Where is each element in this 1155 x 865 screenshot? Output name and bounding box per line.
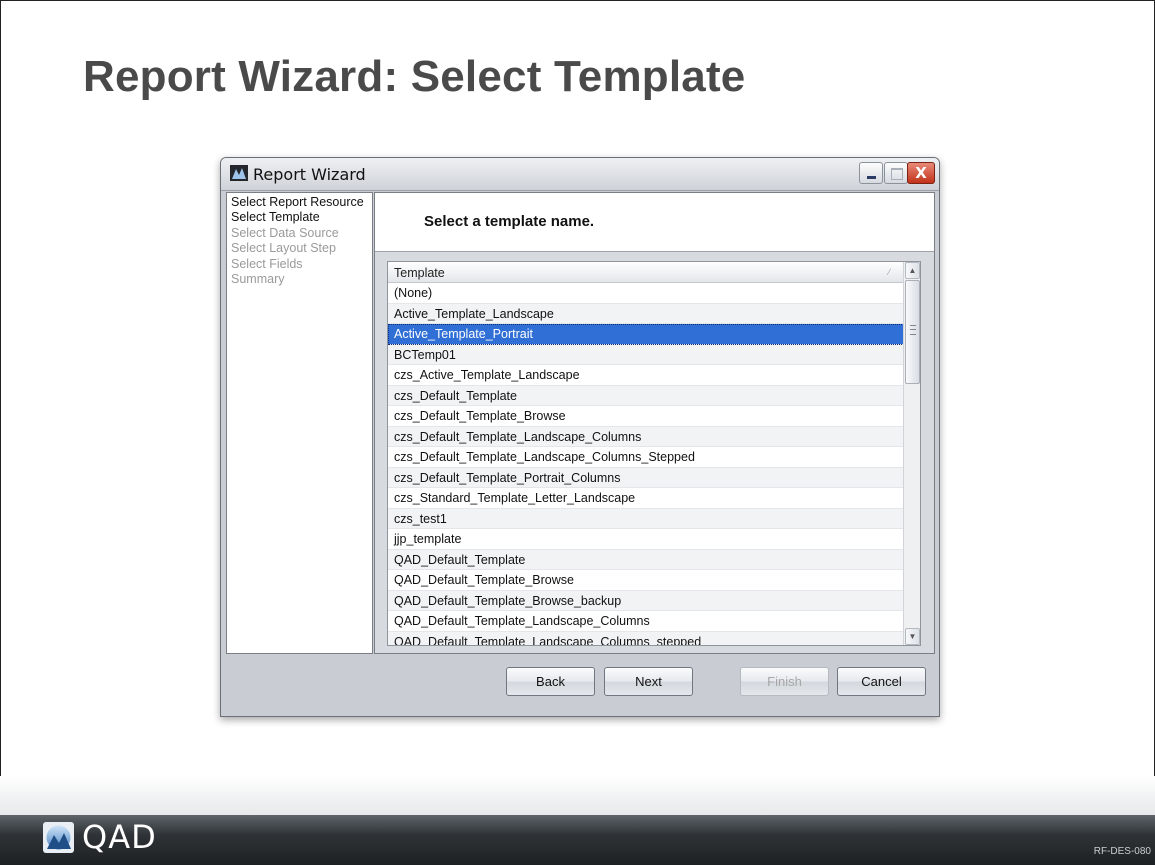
slide-title: Report Wizard: Select Template — [83, 52, 746, 101]
template-row[interactable]: QAD_Default_Template_Landscape_Columns_s… — [388, 631, 904, 645]
template-row[interactable]: BCTemp01 — [388, 344, 904, 365]
finish-button: Finish — [740, 667, 829, 696]
template-row[interactable]: czs_Default_Template_Landscape_Columns — [388, 426, 904, 447]
maximize-icon[interactable] — [884, 162, 908, 184]
template-row[interactable]: czs_Active_Template_Landscape — [388, 365, 904, 386]
content-body: Template ⁄ (None) Active_Template_Landsca… — [375, 252, 934, 653]
template-row[interactable]: czs_test1 — [388, 508, 904, 529]
content-header: Select a template name. — [375, 193, 934, 252]
wizard-step-select-data-source: Select Data Source — [231, 225, 339, 240]
template-grid[interactable]: Template ⁄ (None) Active_Template_Landsca… — [387, 261, 921, 646]
wizard-steps-panel: Select Report Resource Select Template Sel… — [226, 192, 373, 654]
footer-shade — [0, 776, 1155, 815]
template-row[interactable]: QAD_Default_Template_Landscape_Columns — [388, 611, 904, 632]
vertical-scrollbar[interactable]: ▲ ▼ — [903, 262, 920, 645]
instruction-text: Select a template name. — [424, 213, 595, 230]
template-row[interactable]: Active_Template_Landscape — [388, 303, 904, 324]
wizard-step-summary: Summary — [231, 272, 285, 287]
sort-indicator-icon: ⁄ — [888, 267, 890, 277]
template-list[interactable]: (None) Active_Template_Landscape Active_Te… — [388, 283, 904, 645]
qad-logo-text: QAD — [82, 818, 157, 856]
window-title: Report Wizard — [253, 165, 366, 184]
wizard-step-select-report-resource: Select Report Resource — [231, 195, 364, 209]
template-row[interactable]: jjp_template — [388, 529, 904, 550]
grid-column-header[interactable]: Template ⁄ — [388, 262, 904, 283]
template-row[interactable]: czs_Default_Template_Browse — [388, 406, 904, 427]
grip-icon — [910, 325, 916, 335]
wizard-step-select-fields: Select Fields — [231, 256, 303, 271]
close-icon[interactable]: X — [907, 162, 935, 184]
scroll-thumb[interactable] — [905, 280, 920, 384]
template-column-label: Template — [394, 266, 445, 280]
scroll-up-icon[interactable]: ▲ — [905, 262, 920, 279]
scroll-down-icon[interactable]: ▼ — [905, 628, 920, 645]
template-row[interactable]: QAD_Default_Template — [388, 549, 904, 570]
template-row[interactable]: czs_Default_Template_Portrait_Columns — [388, 467, 904, 488]
template-row[interactable]: QAD_Default_Template_Browse_backup — [388, 590, 904, 611]
template-row[interactable]: czs_Default_Template_Landscape_Columns_S… — [388, 447, 904, 468]
template-row[interactable]: czs_Default_Template — [388, 385, 904, 406]
template-row[interactable]: Active_Template_Portrait — [388, 324, 904, 345]
template-row[interactable]: QAD_Default_Template_Browse — [388, 570, 904, 591]
cancel-button[interactable]: Cancel — [837, 667, 926, 696]
wizard-content: Select a template name. Template ⁄ (None… — [374, 192, 935, 654]
wizard-step-select-layout-step: Select Layout Step — [231, 241, 336, 256]
back-button[interactable]: Back — [506, 667, 595, 696]
window-titlebar[interactable]: Report Wizard X — [221, 158, 939, 191]
slide-footer — [0, 815, 1155, 865]
minimize-icon[interactable] — [859, 162, 883, 184]
close-glyph: X — [915, 164, 927, 182]
report-wizard-app-icon — [230, 165, 248, 181]
wizard-button-bar: Back Next Finish Cancel — [226, 655, 935, 710]
template-row[interactable]: (None) — [388, 283, 904, 304]
report-wizard-window: Report Wizard X Select Report Resource Se… — [220, 157, 940, 717]
slide-code: RF-DES-080 — [1093, 846, 1151, 857]
wizard-step-select-template: Select Template — [231, 210, 320, 225]
next-button[interactable]: Next — [604, 667, 693, 696]
template-row[interactable]: czs_Standard_Template_Letter_Landscape — [388, 488, 904, 509]
qad-logo-icon — [42, 821, 75, 854]
